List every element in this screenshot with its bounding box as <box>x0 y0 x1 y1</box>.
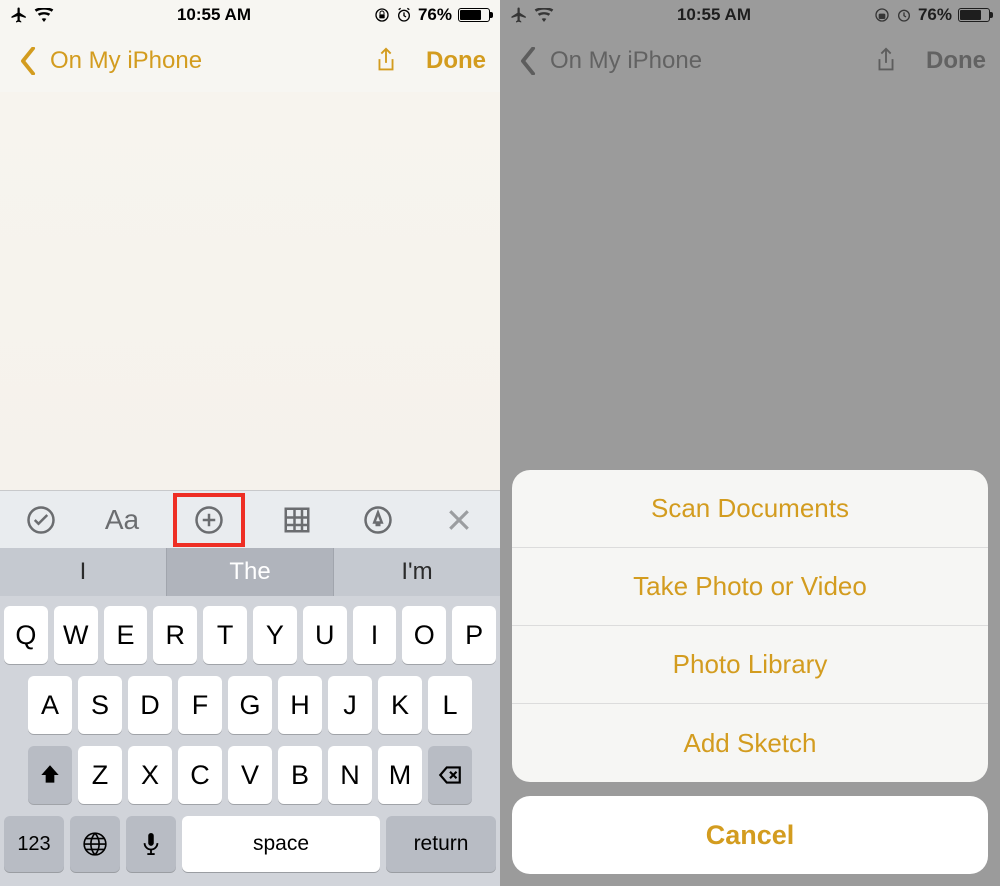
back-label: On My iPhone <box>50 47 202 75</box>
airplane-mode-icon <box>10 6 28 24</box>
key-z[interactable]: Z <box>78 746 122 804</box>
share-button[interactable] <box>372 47 400 75</box>
status-time: 10:55 AM <box>677 5 751 25</box>
action-sheet: Scan Documents Take Photo or Video Photo… <box>512 470 988 874</box>
scan-documents-option[interactable]: Scan Documents <box>512 470 988 548</box>
key-k[interactable]: K <box>378 676 422 734</box>
back-label: On My iPhone <box>550 47 702 75</box>
action-sheet-options: Scan Documents Take Photo or Video Photo… <box>512 470 988 782</box>
text-format-button[interactable]: Aa <box>92 500 152 540</box>
suggestion-bar: I The I'm <box>0 548 500 596</box>
add-sketch-option[interactable]: Add Sketch <box>512 704 988 782</box>
key-i[interactable]: I <box>353 606 397 664</box>
wifi-icon <box>34 8 54 22</box>
key-e[interactable]: E <box>104 606 148 664</box>
status-bar: 10:55 AM 76% <box>500 0 1000 30</box>
screen-right-action-sheet: 10:55 AM 76% On My iPhone Done <box>500 0 1000 886</box>
battery-percent: 76% <box>918 5 952 25</box>
screen-left-notes-editor: 10:55 AM 76% On My iPhone Done <box>0 0 500 886</box>
key-c[interactable]: C <box>178 746 222 804</box>
done-button[interactable]: Done <box>426 47 486 75</box>
markup-button[interactable] <box>348 500 408 540</box>
numbers-key[interactable]: 123 <box>4 816 64 872</box>
nav-bar: On My iPhone Done <box>0 30 500 92</box>
space-key[interactable]: space <box>182 816 380 872</box>
dictation-key[interactable] <box>126 816 176 872</box>
suggestion-1[interactable]: I <box>0 548 167 596</box>
add-attachment-button[interactable] <box>179 500 239 540</box>
shift-key[interactable] <box>28 746 72 804</box>
orientation-lock-icon <box>874 7 890 23</box>
key-p[interactable]: P <box>452 606 496 664</box>
key-d[interactable]: D <box>128 676 172 734</box>
battery-icon <box>958 8 990 22</box>
orientation-lock-icon <box>374 7 390 23</box>
alarm-icon <box>396 7 412 23</box>
battery-percent: 76% <box>418 5 452 25</box>
suggestion-2[interactable]: The <box>167 548 334 596</box>
key-j[interactable]: J <box>328 676 372 734</box>
key-g[interactable]: G <box>228 676 272 734</box>
key-t[interactable]: T <box>203 606 247 664</box>
close-toolbar-button[interactable] <box>429 500 489 540</box>
key-w[interactable]: W <box>54 606 98 664</box>
suggestion-3[interactable]: I'm <box>334 548 500 596</box>
done-button: Done <box>926 47 986 75</box>
key-y[interactable]: Y <box>253 606 297 664</box>
take-photo-video-option[interactable]: Take Photo or Video <box>512 548 988 626</box>
key-b[interactable]: B <box>278 746 322 804</box>
key-m[interactable]: M <box>378 746 422 804</box>
table-button[interactable] <box>267 500 327 540</box>
status-bar: 10:55 AM 76% <box>0 0 500 30</box>
key-x[interactable]: X <box>128 746 172 804</box>
keyboard: Q W E R T Y U I O P A S D F G H J K L Z <box>0 596 500 886</box>
key-a[interactable]: A <box>28 676 72 734</box>
status-time: 10:55 AM <box>177 5 251 25</box>
checklist-button[interactable] <box>11 500 71 540</box>
chevron-left-icon <box>514 47 542 75</box>
key-s[interactable]: S <box>78 676 122 734</box>
nav-bar: On My iPhone Done <box>500 30 1000 92</box>
note-body[interactable] <box>0 92 500 490</box>
key-u[interactable]: U <box>303 606 347 664</box>
wifi-icon <box>534 8 554 22</box>
add-attachment-highlight <box>173 493 245 547</box>
share-button <box>872 47 900 75</box>
back-button: On My iPhone <box>514 47 702 75</box>
keyboard-toolbar: Aa <box>0 490 500 548</box>
cancel-button[interactable]: Cancel <box>512 796 988 874</box>
battery-icon <box>458 8 490 22</box>
photo-library-option[interactable]: Photo Library <box>512 626 988 704</box>
key-h[interactable]: H <box>278 676 322 734</box>
key-q[interactable]: Q <box>4 606 48 664</box>
alarm-icon <box>896 7 912 23</box>
return-key[interactable]: return <box>386 816 496 872</box>
globe-key[interactable] <box>70 816 120 872</box>
key-v[interactable]: V <box>228 746 272 804</box>
back-button[interactable]: On My iPhone <box>14 47 202 75</box>
chevron-left-icon <box>14 47 42 75</box>
key-r[interactable]: R <box>153 606 197 664</box>
key-l[interactable]: L <box>428 676 472 734</box>
delete-key[interactable] <box>428 746 472 804</box>
airplane-mode-icon <box>510 6 528 24</box>
key-o[interactable]: O <box>402 606 446 664</box>
key-n[interactable]: N <box>328 746 372 804</box>
key-f[interactable]: F <box>178 676 222 734</box>
